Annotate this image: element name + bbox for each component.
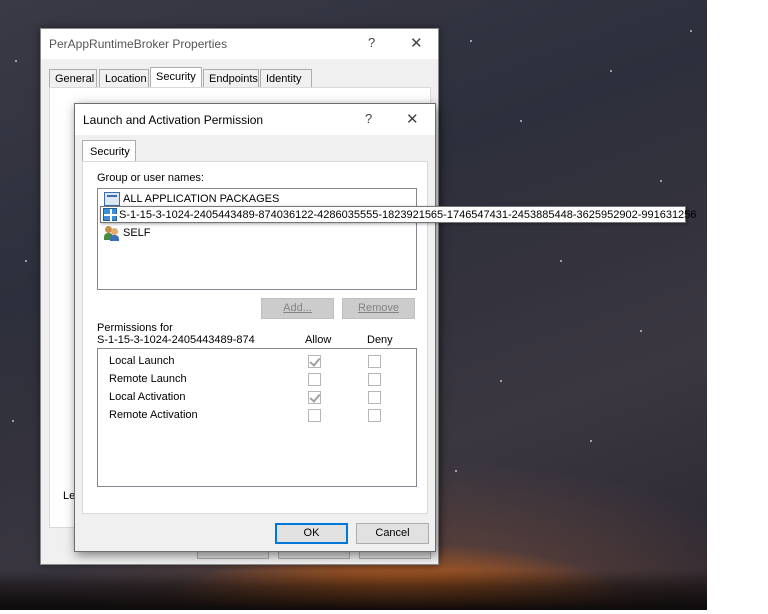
principal-name: ALL APPLICATION PACKAGES	[123, 193, 280, 205]
deny-checkbox[interactable]	[368, 373, 381, 386]
permission-name: Remote Launch	[109, 373, 187, 385]
list-item[interactable]: SELF	[104, 225, 151, 241]
properties-window-title: PerAppRuntimeBroker Properties	[49, 37, 228, 51]
permission-name: Local Launch	[109, 355, 175, 367]
tab-location[interactable]: Location	[99, 69, 149, 88]
tab-identity[interactable]: Identity	[260, 69, 312, 88]
tab-security[interactable]: Security	[150, 67, 202, 88]
permission-name: Remote Activation	[109, 409, 198, 421]
ok-button[interactable]: OK	[275, 523, 348, 544]
close-icon[interactable]: ✕	[410, 34, 423, 52]
treeline-silhouette	[0, 570, 707, 610]
app-sid-icon	[103, 208, 118, 221]
dialog-titlebar[interactable]: Launch and Activation Permission ? ✕	[75, 104, 435, 135]
deny-checkbox[interactable]	[368, 355, 381, 368]
list-item[interactable]: ALL APPLICATION PACKAGES	[104, 191, 279, 207]
add-button[interactable]: Add...	[261, 298, 334, 319]
permission-row: Local Launch	[98, 352, 416, 370]
users-icon	[104, 226, 120, 241]
permission-name: Local Activation	[109, 391, 186, 403]
principal-name: SELF	[123, 227, 151, 239]
permission-row: Remote Activation	[98, 406, 416, 424]
principal-tooltip: S-1-15-3-1024-2405443489-874036122-42860…	[100, 206, 696, 223]
app-package-icon	[104, 192, 120, 207]
deny-column-header: Deny	[367, 334, 393, 346]
cancel-button[interactable]: Cancel	[356, 523, 429, 544]
help-icon[interactable]: ?	[365, 111, 372, 126]
permission-row: Remote Launch	[98, 370, 416, 388]
close-icon[interactable]: ✕	[406, 110, 419, 128]
allow-column-header: Allow	[305, 334, 332, 346]
permissions-for-label: Permissions for	[97, 322, 173, 334]
allow-checkbox[interactable]	[308, 409, 321, 422]
properties-titlebar[interactable]: PerAppRuntimeBroker Properties ? ✕	[41, 29, 438, 59]
deny-checkbox[interactable]	[368, 391, 381, 404]
allow-checkbox[interactable]	[308, 391, 321, 404]
permissions-principal: S-1-15-3-1024-2405443489-8740	[97, 334, 255, 346]
tooltip-text: S-1-15-3-1024-2405443489-874036122-42860…	[119, 209, 697, 221]
allow-checkbox[interactable]	[308, 355, 321, 368]
dialog-title: Launch and Activation Permission	[83, 113, 264, 127]
help-icon[interactable]: ?	[368, 35, 375, 50]
permission-row: Local Activation	[98, 388, 416, 406]
tab-endpoints[interactable]: Endpoints	[203, 69, 259, 88]
group-names-label: Group or user names:	[97, 172, 204, 184]
tab-security[interactable]: Security	[82, 140, 136, 162]
permissions-list: Local Launch Remote Launch Local Activat…	[97, 348, 417, 487]
deny-checkbox[interactable]	[368, 409, 381, 422]
principal-list[interactable]: ALL APPLICATION PACKAGES SELF	[97, 188, 417, 290]
allow-checkbox[interactable]	[308, 373, 321, 386]
permission-dialog: Launch and Activation Permission ? ✕ Sec…	[74, 103, 436, 552]
tab-general[interactable]: General	[49, 69, 97, 88]
remove-button[interactable]: Remove	[342, 298, 415, 319]
